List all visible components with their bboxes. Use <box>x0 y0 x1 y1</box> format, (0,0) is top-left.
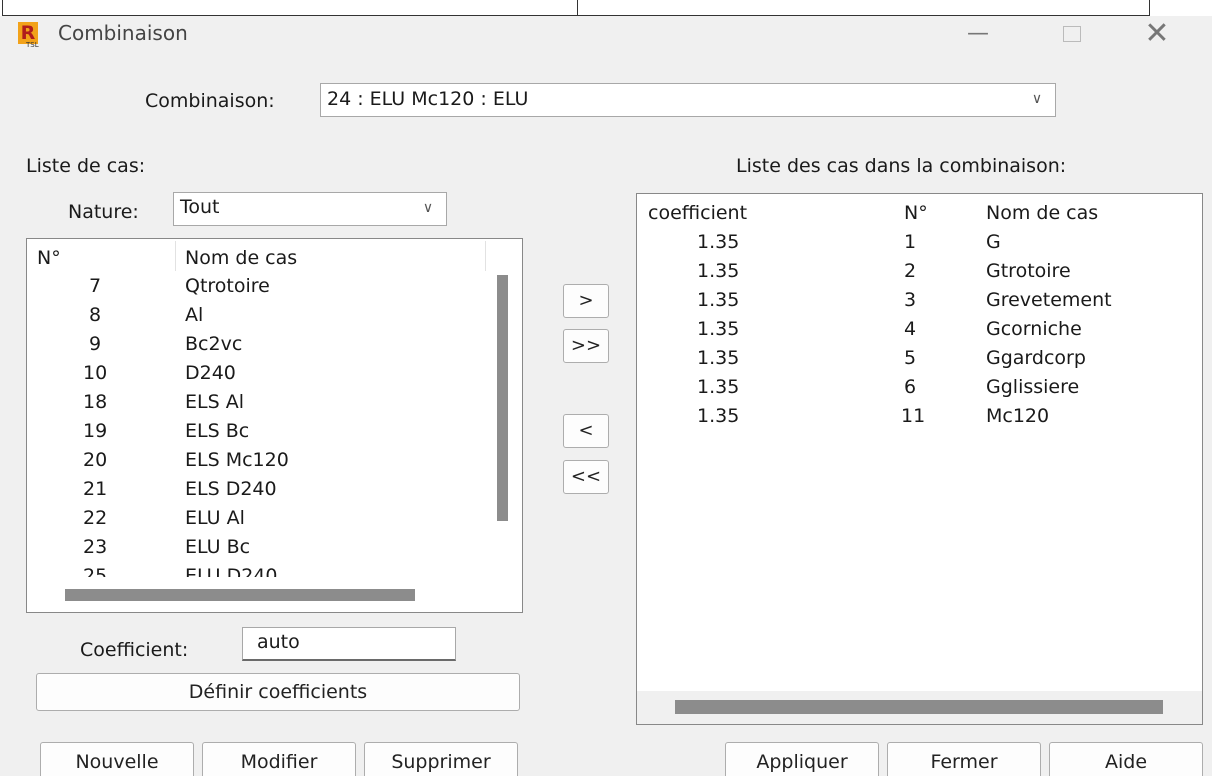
horizontal-scrollbar-thumb[interactable] <box>675 700 1163 714</box>
nature-select[interactable]: Tout ∨ <box>173 192 447 226</box>
column-header-number[interactable]: N° <box>904 202 928 224</box>
case-name[interactable]: Mc120 <box>986 405 1049 427</box>
nature-label: Nature: <box>68 201 139 223</box>
strip-cell-right <box>577 0 1150 16</box>
case-name[interactable]: ELS Bc <box>185 420 249 442</box>
case-name[interactable]: ELS Mc120 <box>185 449 289 471</box>
coefficient-cell[interactable]: 1.35 <box>697 405 739 427</box>
coefficient-cell[interactable]: 1.35 <box>697 231 739 253</box>
case-name[interactable]: ELU Bc <box>185 536 250 558</box>
close-icon: ✕ <box>1144 16 1170 51</box>
case-name[interactable]: ELS D240 <box>185 478 277 500</box>
remove-all-cases-button[interactable]: << <box>563 460 609 494</box>
minimize-button[interactable]: — <box>955 16 1001 52</box>
window-title: Combinaison <box>58 21 188 45</box>
case-name[interactable]: Gcorniche <box>986 318 1082 340</box>
case-name[interactable]: Al <box>185 304 203 326</box>
coefficient-cell[interactable]: 1.35 <box>697 260 739 282</box>
column-divider <box>175 241 176 271</box>
chevron-down-icon: ∨ <box>1031 91 1043 107</box>
case-name[interactable]: ELU Al <box>185 507 245 529</box>
delete-button[interactable]: Supprimer <box>364 742 518 776</box>
case-number[interactable]: 9 <box>89 333 101 355</box>
modify-button[interactable]: Modifier <box>202 742 356 776</box>
horizontal-scrollbar-thumb[interactable] <box>65 589 415 601</box>
case-number[interactable]: 4 <box>904 318 916 340</box>
case-name[interactable]: Gtrotoire <box>986 260 1071 282</box>
column-header-case-name[interactable]: Nom de cas <box>986 202 1098 224</box>
coefficient-cell[interactable]: 1.35 <box>697 318 739 340</box>
column-header-number[interactable]: N° <box>37 247 61 269</box>
vertical-scrollbar-thumb[interactable] <box>497 275 508 521</box>
case-number[interactable]: 11 <box>901 405 925 427</box>
nature-selected-value: Tout <box>180 196 220 218</box>
app-logo-icon: R TSL <box>18 22 42 49</box>
column-divider <box>485 241 486 271</box>
minimize-icon: — <box>967 21 989 46</box>
case-list-viewport: 7 Qtrotoire 8 Al 9 Bc2vc 10 D240 18 ELS … <box>27 275 485 577</box>
combination-select[interactable]: 24 : ELU Mc120 : ELU ∨ <box>320 83 1056 117</box>
maximize-icon <box>1063 26 1081 42</box>
case-name[interactable]: Bc2vc <box>185 333 242 355</box>
strip-cell-left <box>2 0 578 16</box>
case-number[interactable]: 2 <box>904 260 916 282</box>
case-number[interactable]: 3 <box>904 289 916 311</box>
apply-button[interactable]: Appliquer <box>725 742 879 776</box>
add-case-button[interactable]: > <box>563 284 609 318</box>
help-button[interactable]: Aide <box>1049 742 1203 776</box>
column-header-coefficient[interactable]: coefficient <box>648 202 747 224</box>
case-number[interactable]: 21 <box>83 478 107 500</box>
app-logo-sublabel: TSL <box>26 41 39 49</box>
case-name[interactable]: G <box>986 231 1001 253</box>
maximize-button[interactable] <box>1049 16 1095 52</box>
title-bar: R TSL Combinaison — ✕ <box>0 16 1212 56</box>
case-name[interactable]: Gglissiere <box>986 376 1079 398</box>
coefficient-cell[interactable]: 1.35 <box>697 289 739 311</box>
case-number[interactable]: 18 <box>83 391 107 413</box>
combination-label: Combinaison: <box>145 90 275 112</box>
close-dialog-button[interactable]: Fermer <box>887 742 1041 776</box>
case-number[interactable]: 22 <box>83 507 107 529</box>
case-number[interactable]: 5 <box>904 347 916 369</box>
case-number[interactable]: 6 <box>904 376 916 398</box>
case-number[interactable]: 23 <box>83 536 107 558</box>
case-name[interactable]: ELU D240 <box>185 565 278 577</box>
combination-case-list[interactable]: coefficient N° Nom de cas 1.35 1 G 1.35 … <box>636 193 1203 725</box>
case-list-title: Liste de cas: <box>26 155 146 177</box>
coefficient-cell[interactable]: 1.35 <box>697 376 739 398</box>
case-number[interactable]: 19 <box>83 420 107 442</box>
new-button[interactable]: Nouvelle <box>40 742 194 776</box>
combination-selected-value: 24 : ELU Mc120 : ELU <box>327 88 529 110</box>
case-number[interactable]: 20 <box>83 449 107 471</box>
coefficient-value: auto <box>257 631 300 653</box>
case-number[interactable]: 25 <box>83 565 107 577</box>
case-name[interactable]: D240 <box>185 362 236 384</box>
case-name[interactable]: Qtrotoire <box>185 275 270 297</box>
coefficient-cell[interactable]: 1.35 <box>697 347 739 369</box>
add-all-cases-button[interactable]: >> <box>563 329 609 363</box>
remove-case-button[interactable]: < <box>563 414 609 448</box>
combination-case-list-title: Liste des cas dans la combinaison: <box>736 155 1067 177</box>
column-header-case-name[interactable]: Nom de cas <box>185 247 297 269</box>
coefficient-input[interactable]: auto <box>242 627 456 661</box>
case-list[interactable]: N° Nom de cas 7 Qtrotoire 8 Al 9 Bc2vc 1… <box>26 238 523 613</box>
case-number[interactable]: 1 <box>904 231 916 253</box>
close-button[interactable]: ✕ <box>1134 16 1180 52</box>
chevron-down-icon: ∨ <box>422 200 434 216</box>
case-number[interactable]: 8 <box>89 304 101 326</box>
case-name[interactable]: Grevetement <box>986 289 1112 311</box>
background-window-strip <box>0 0 1212 16</box>
case-number[interactable]: 10 <box>83 362 107 384</box>
define-coefficients-button[interactable]: Définir coefficients <box>36 673 520 711</box>
case-number[interactable]: 7 <box>89 275 101 297</box>
case-name[interactable]: Ggardcorp <box>986 347 1086 369</box>
coefficient-label: Coefficient: <box>80 639 189 661</box>
case-name[interactable]: ELS Al <box>185 391 244 413</box>
